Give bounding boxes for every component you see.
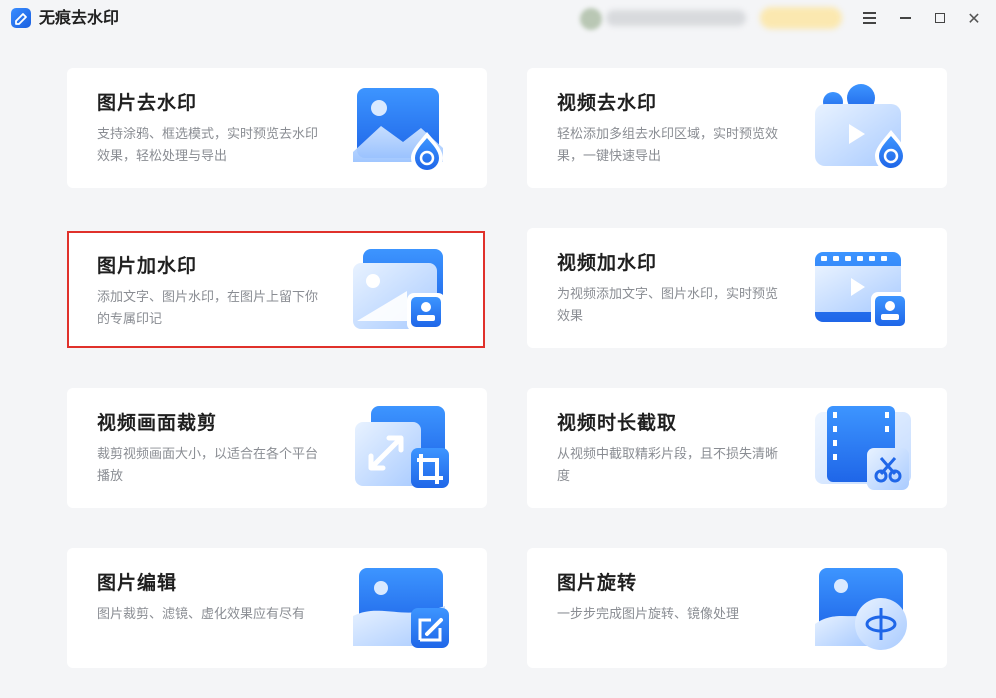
card-video-add-watermark[interactable]: 视频加水印 为视频添加文字、图片水印，实时预览效果 [527, 228, 947, 348]
card-title: 视频加水印 [557, 252, 658, 274]
close-icon: ✕ [967, 8, 981, 28]
card-image-remove-watermark[interactable]: 图片去水印 支持涂鸦、框选模式，实时预览去水印效果，轻松处理与导出 [67, 68, 487, 188]
close-button[interactable]: ✕ [962, 6, 986, 30]
maximize-button[interactable] [928, 6, 952, 30]
image-add-watermark-icon [353, 249, 445, 331]
card-image-add-watermark[interactable]: 图片加水印 添加文字、图片水印，在图片上留下你的专属印记 [67, 231, 485, 348]
card-title: 视频去水印 [557, 92, 658, 114]
card-description: 从视频中截取精彩片段，且不损失清晰度 [557, 447, 779, 484]
image-rotate-icon [815, 568, 907, 650]
maximize-icon [935, 13, 945, 23]
card-image-rotate[interactable]: 图片旋转 一步步完成图片旋转、镜像处理 [527, 548, 947, 668]
card-description: 裁剪视频画面大小，以适合在各个平台播放 [97, 447, 319, 484]
app-title: 无痕去水印 [39, 8, 120, 27]
card-description: 一步步完成图片旋转、镜像处理 [557, 607, 740, 622]
video-trim-icon [815, 406, 911, 490]
card-description: 为视频添加文字、图片水印，实时预览效果 [557, 287, 779, 324]
hamburger-icon [862, 12, 876, 24]
card-title: 视频时长截取 [557, 412, 678, 434]
video-add-watermark-icon [815, 252, 909, 330]
account-avatar[interactable] [580, 8, 602, 30]
video-crop-icon [355, 406, 449, 488]
card-title: 图片去水印 [97, 92, 198, 114]
card-video-trim[interactable]: 视频时长截取 从视频中截取精彩片段，且不损失清晰度 [527, 388, 947, 508]
card-title: 图片编辑 [97, 572, 178, 594]
title-bar: 无痕去水印 ✕ [0, 0, 996, 38]
card-title: 视频画面裁剪 [97, 412, 218, 434]
account-info[interactable] [606, 10, 746, 26]
card-description: 图片裁剪、滤镜、虚化效果应有尽有 [97, 607, 306, 622]
card-title: 图片旋转 [557, 572, 638, 594]
card-video-crop[interactable]: 视频画面裁剪 裁剪视频画面大小，以适合在各个平台播放 [67, 388, 487, 508]
card-description: 添加文字、图片水印，在图片上留下你的专属印记 [97, 290, 319, 327]
vip-button[interactable] [760, 7, 842, 29]
image-remove-watermark-icon [353, 88, 443, 174]
card-description: 支持涂鸦、框选模式，实时预览去水印效果，轻松处理与导出 [97, 127, 319, 164]
video-remove-watermark-icon [815, 84, 907, 172]
card-title: 图片加水印 [97, 255, 198, 277]
menu-button[interactable] [857, 6, 881, 30]
app-logo-icon [11, 8, 31, 28]
card-image-edit[interactable]: 图片编辑 图片裁剪、滤镜、虚化效果应有尽有 [67, 548, 487, 668]
minimize-icon [899, 17, 911, 19]
image-edit-icon [353, 568, 449, 648]
minimize-button[interactable] [893, 6, 917, 30]
card-video-remove-watermark[interactable]: 视频去水印 轻松添加多组去水印区域，实时预览效果，一键快速导出 [527, 68, 947, 188]
card-description: 轻松添加多组去水印区域，实时预览效果，一键快速导出 [557, 127, 779, 164]
